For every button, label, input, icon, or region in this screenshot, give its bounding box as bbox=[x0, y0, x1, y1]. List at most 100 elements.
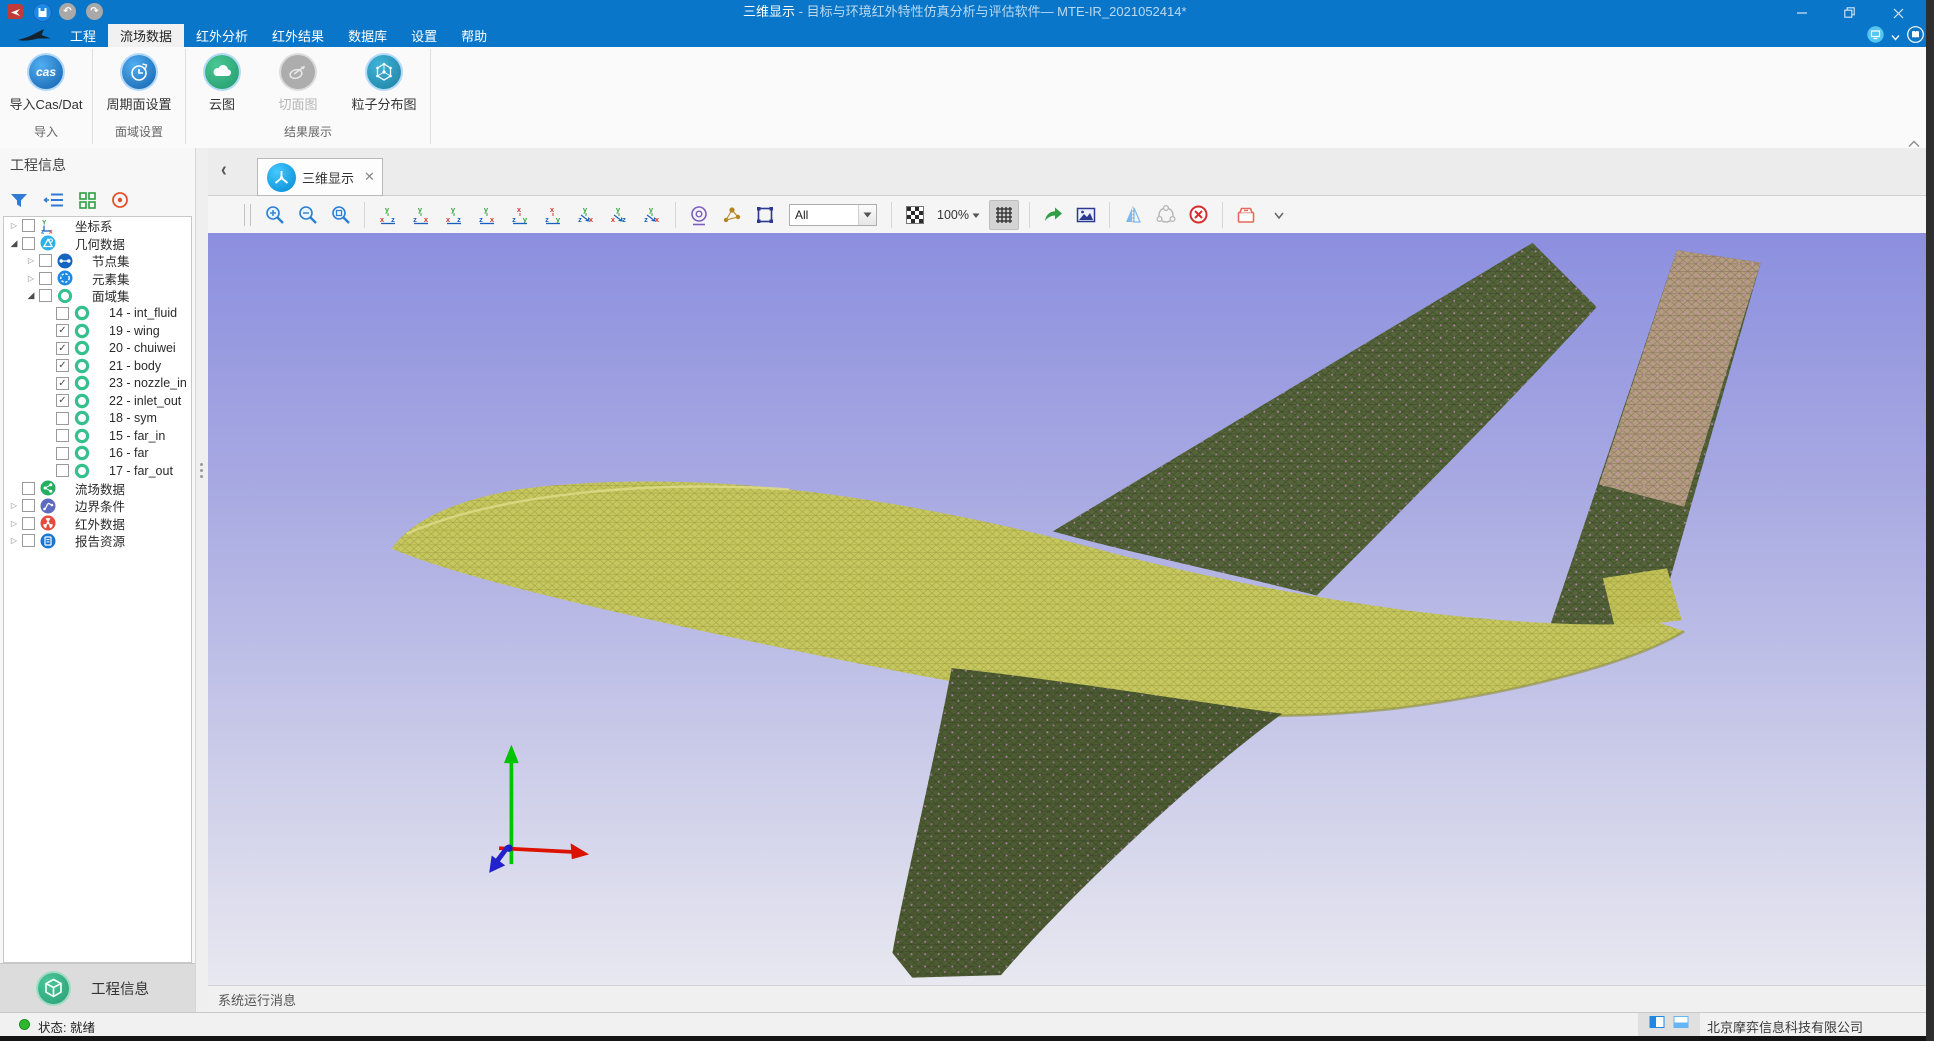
export-icon[interactable] bbox=[1040, 202, 1066, 228]
tree-checkbox[interactable] bbox=[56, 429, 69, 442]
tree-checkbox[interactable] bbox=[39, 254, 52, 267]
tree-row[interactable]: ▷报告资源 bbox=[4, 532, 191, 550]
redo-icon[interactable]: ↷ bbox=[86, 3, 103, 20]
tree-row[interactable]: ✓21 - body bbox=[4, 357, 191, 375]
viewport-3d[interactable] bbox=[208, 233, 1926, 985]
menu-tab-settings[interactable]: 设置 bbox=[399, 24, 449, 47]
ribbon-button-particle[interactable]: 粒子分布图 bbox=[338, 55, 430, 113]
tree-checkbox[interactable] bbox=[22, 534, 35, 547]
view-back-icon[interactable]: yzx bbox=[408, 202, 434, 228]
snapshot-icon[interactable] bbox=[1073, 202, 1099, 228]
save-icon[interactable] bbox=[33, 3, 52, 22]
view-top-icon[interactable]: xzy bbox=[507, 202, 533, 228]
expand-arrow-icon[interactable]: ◢ bbox=[8, 238, 20, 249]
expand-arrow-icon[interactable]: ▷ bbox=[8, 221, 20, 230]
menu-tab-infrared-results[interactable]: 红外结果 bbox=[260, 24, 336, 47]
ribbon-button-cloud[interactable]: 云图 bbox=[186, 55, 258, 113]
tree-checkbox[interactable] bbox=[22, 517, 35, 530]
zoom-in-icon[interactable] bbox=[262, 202, 288, 228]
view-right-icon[interactable]: yzx bbox=[474, 202, 500, 228]
tree-row[interactable]: ◢面域集 bbox=[4, 287, 191, 305]
tree-checkbox[interactable] bbox=[56, 307, 69, 320]
archive-icon[interactable] bbox=[1233, 202, 1259, 228]
tree-row[interactable]: ✓23 - nozzle_in bbox=[4, 375, 191, 393]
grid-toggle-icon[interactable] bbox=[989, 200, 1019, 230]
expand-arrow-icon[interactable]: ◢ bbox=[25, 290, 37, 301]
tree-row[interactable]: 16 - far bbox=[4, 445, 191, 463]
expand-arrow-icon[interactable]: ▷ bbox=[25, 274, 37, 283]
theme-icon[interactable] bbox=[1867, 26, 1884, 48]
view-front-icon[interactable]: yxz bbox=[375, 202, 401, 228]
tree-checkbox[interactable]: ✓ bbox=[56, 359, 69, 372]
particle-trace-icon[interactable] bbox=[719, 202, 745, 228]
minimize-button[interactable] bbox=[1791, 6, 1813, 20]
box-select-icon[interactable] bbox=[752, 202, 778, 228]
expand-arrow-icon[interactable]: ▷ bbox=[8, 501, 20, 510]
view-iso-nw-icon[interactable]: yxz bbox=[606, 202, 632, 228]
tree-checkbox[interactable] bbox=[22, 237, 35, 250]
view-bottom-icon[interactable]: xzy bbox=[540, 202, 566, 228]
tree-checkbox[interactable]: ✓ bbox=[56, 342, 69, 355]
tree-row[interactable]: ▷红外数据 bbox=[4, 515, 191, 533]
grid-view-icon[interactable] bbox=[78, 191, 97, 210]
restore-button[interactable] bbox=[1839, 6, 1861, 20]
list-jump-icon[interactable] bbox=[43, 190, 65, 210]
zoom-extents-icon[interactable] bbox=[328, 202, 354, 228]
menu-tab-database[interactable]: 数据库 bbox=[336, 24, 399, 47]
tree-checkbox[interactable]: ✓ bbox=[56, 324, 69, 337]
tab-3d-display[interactable]: 三维显示 ✕ bbox=[257, 158, 383, 196]
undo-icon[interactable]: ↶ bbox=[59, 3, 76, 20]
tree-row[interactable]: 流场数据 bbox=[4, 480, 191, 498]
ribbon-button-clock[interactable]: 周期面设置 bbox=[93, 55, 185, 113]
tree-checkbox[interactable] bbox=[22, 482, 35, 495]
tab-scroll-left-button[interactable]: ‹ bbox=[221, 158, 227, 182]
filter-icon[interactable] bbox=[8, 190, 30, 210]
tree-row[interactable]: ✓20 - chuiwei bbox=[4, 340, 191, 358]
combo-dropdown-icon[interactable] bbox=[858, 205, 876, 225]
tree-row[interactable]: ✓22 - inlet_out bbox=[4, 392, 191, 410]
toolbar-drag-handle[interactable] bbox=[244, 204, 251, 226]
panel-footer-bar[interactable]: 工程信息 bbox=[0, 963, 195, 1012]
locate-target-icon[interactable] bbox=[110, 190, 130, 210]
view-left-icon[interactable]: yxz bbox=[441, 202, 467, 228]
probe-icon[interactable] bbox=[686, 202, 712, 228]
menu-tab-infrared-analysis[interactable]: 红外分析 bbox=[184, 24, 260, 47]
mirror-icon[interactable] bbox=[1120, 202, 1146, 228]
app-launch-icon[interactable] bbox=[7, 4, 23, 19]
view-iso-se-icon[interactable]: yzx bbox=[639, 202, 665, 228]
archive-caret-icon[interactable] bbox=[1266, 202, 1292, 228]
tree-checkbox[interactable] bbox=[22, 499, 35, 512]
tree-checkbox[interactable] bbox=[56, 464, 69, 477]
tree-checkbox[interactable]: ✓ bbox=[56, 377, 69, 390]
tree-row[interactable]: ▷边界条件 bbox=[4, 497, 191, 515]
tree-row[interactable]: 15 - far_in bbox=[4, 427, 191, 445]
view-iso-ne-icon[interactable]: yzx bbox=[573, 202, 599, 228]
expand-arrow-icon[interactable]: ▷ bbox=[25, 256, 37, 265]
display-filter-combo[interactable]: All bbox=[789, 204, 877, 226]
tree-row[interactable]: ▷元素集 bbox=[4, 270, 191, 288]
dither-icon[interactable] bbox=[902, 202, 928, 228]
manual-icon[interactable] bbox=[1907, 26, 1924, 48]
tree-row[interactable]: 14 - int_fluid bbox=[4, 305, 191, 323]
tree-row[interactable]: 17 - far_out bbox=[4, 462, 191, 480]
expand-arrow-icon[interactable]: ▷ bbox=[8, 536, 20, 545]
sync-icon[interactable] bbox=[1153, 202, 1179, 228]
expand-arrow-icon[interactable]: ▷ bbox=[8, 519, 20, 528]
layout-bottom-panel-icon[interactable] bbox=[1673, 1015, 1689, 1035]
tree-row[interactable]: 18 - sym bbox=[4, 410, 191, 428]
menu-tab-flowfield-data[interactable]: 流场数据 bbox=[108, 24, 184, 47]
zoom-level-combo[interactable]: 100% bbox=[937, 208, 980, 222]
tree-checkbox[interactable] bbox=[39, 289, 52, 302]
menu-tab-help[interactable]: 帮助 bbox=[449, 24, 499, 47]
panel-splitter[interactable] bbox=[196, 148, 208, 1012]
tree-row[interactable]: ▷Yzx坐标系 bbox=[4, 217, 191, 235]
tree-row[interactable]: ◢几何数据 bbox=[4, 235, 191, 253]
zoom-out-icon[interactable] bbox=[295, 202, 321, 228]
tree-row[interactable]: ✓19 - wing bbox=[4, 322, 191, 340]
layout-left-panel-icon[interactable] bbox=[1649, 1015, 1665, 1035]
menu-tab-engineering[interactable]: 工程 bbox=[58, 24, 108, 47]
tree-checkbox[interactable]: ✓ bbox=[56, 394, 69, 407]
tree-checkbox[interactable] bbox=[56, 412, 69, 425]
tab-close-icon[interactable]: ✕ bbox=[364, 169, 375, 185]
tree-checkbox[interactable] bbox=[56, 447, 69, 460]
